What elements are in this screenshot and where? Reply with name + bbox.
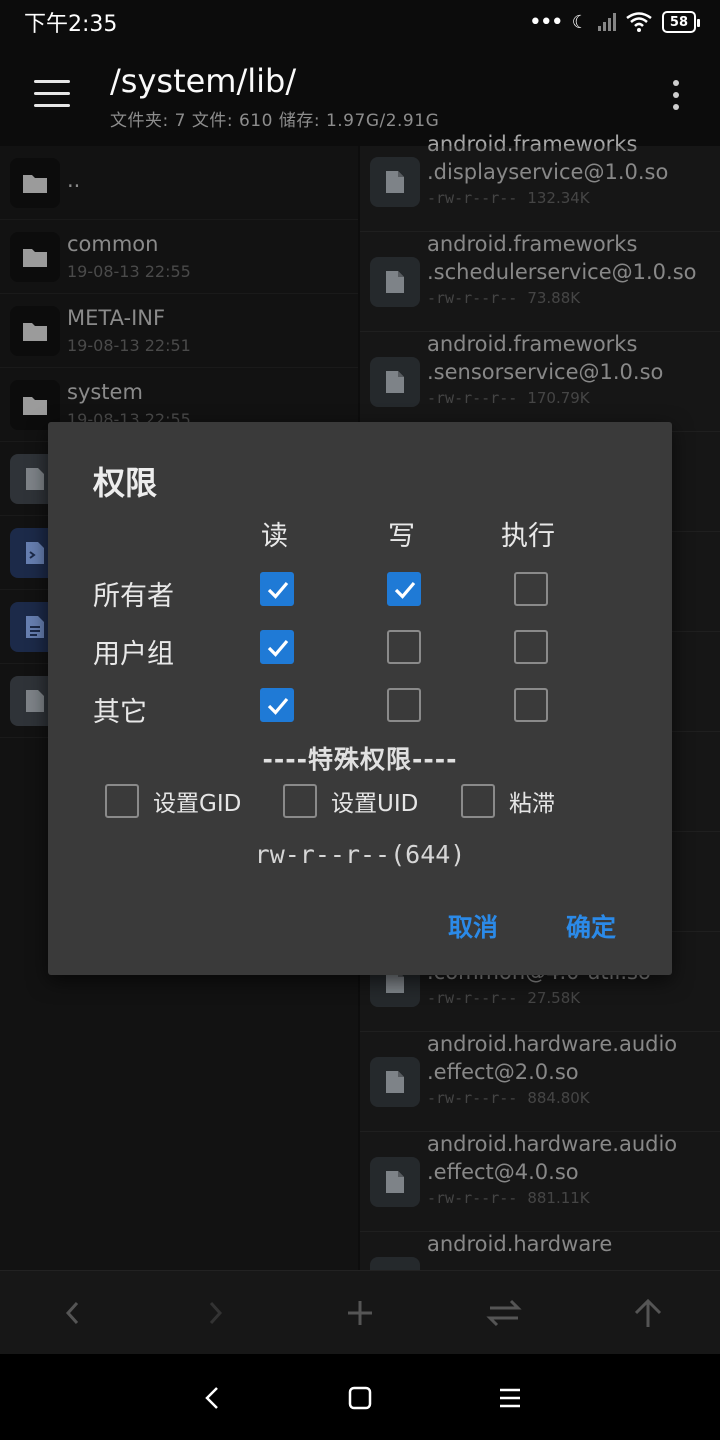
group-read-checkbox[interactable] xyxy=(260,630,294,664)
setgid-checkbox[interactable] xyxy=(105,784,139,818)
column-execute: 执行 xyxy=(501,521,555,552)
ok-button[interactable]: 确定 xyxy=(566,908,616,944)
system-nav-bar xyxy=(0,1354,720,1440)
forward-arrow-icon[interactable] xyxy=(192,1289,240,1337)
bottom-toolbar xyxy=(0,1270,720,1354)
owner-read-checkbox[interactable] xyxy=(260,572,294,606)
sticky-label: 粘滞 xyxy=(509,791,555,817)
status-bar: 下午2:35 ••• ☾ 58 xyxy=(0,0,720,44)
row-other-label: 其它 xyxy=(93,697,147,728)
setgid-label: 设置GID xyxy=(153,791,242,817)
signal-icon xyxy=(597,13,616,31)
setuid-checkbox[interactable] xyxy=(283,784,317,818)
special-permissions-heading: ----特殊权限---- xyxy=(262,745,458,774)
row-owner-label: 所有者 xyxy=(93,581,174,612)
setgid-option[interactable]: 设置GID xyxy=(105,784,241,818)
owner-write-checkbox[interactable] xyxy=(387,572,421,606)
more-options-icon[interactable] xyxy=(668,80,684,114)
wifi-icon xyxy=(626,12,652,32)
up-arrow-icon[interactable] xyxy=(624,1289,672,1337)
group-write-checkbox[interactable] xyxy=(387,630,421,664)
other-write-checkbox[interactable] xyxy=(387,688,421,722)
column-write: 写 xyxy=(388,521,415,552)
status-icons: ••• ☾ 58 xyxy=(528,9,701,35)
back-arrow-icon[interactable] xyxy=(48,1289,96,1337)
setuid-label: 设置UID xyxy=(331,791,419,817)
nav-recents-icon[interactable] xyxy=(488,1376,532,1420)
swap-icon[interactable] xyxy=(480,1289,528,1337)
other-read-checkbox[interactable] xyxy=(260,688,294,722)
battery-icon: 58 xyxy=(661,11,701,33)
permission-string: rw-r--r--(644) xyxy=(254,840,466,869)
hamburger-menu-icon[interactable] xyxy=(34,80,70,108)
sticky-checkbox[interactable] xyxy=(461,784,495,818)
moon-icon: ☾ xyxy=(571,11,588,33)
nav-home-icon[interactable] xyxy=(338,1376,382,1420)
more-dots-icon: ••• xyxy=(528,9,564,35)
nav-back-icon[interactable] xyxy=(190,1376,234,1420)
status-time: 下午2:35 xyxy=(24,12,118,37)
current-path: /system/lib/ xyxy=(110,62,297,100)
row-group-label: 用户组 xyxy=(93,639,174,670)
other-execute-checkbox[interactable] xyxy=(514,688,548,722)
battery-level: 58 xyxy=(669,14,688,30)
column-read: 读 xyxy=(261,521,288,552)
group-execute-checkbox[interactable] xyxy=(514,630,548,664)
setuid-option[interactable]: 设置UID xyxy=(283,784,418,818)
cancel-button[interactable]: 取消 xyxy=(448,908,498,944)
permissions-dialog: 权限 读 写 执行 所有者 用户组 其它 ----特殊权限---- 设置GID … xyxy=(48,422,672,975)
add-icon[interactable] xyxy=(336,1289,384,1337)
sticky-option[interactable]: 粘滞 xyxy=(461,784,555,818)
dialog-title: 权限 xyxy=(93,464,158,502)
folder-info: 文件夹: 7 文件: 610 储存: 1.97G/2.91G xyxy=(110,111,440,131)
owner-execute-checkbox[interactable] xyxy=(514,572,548,606)
